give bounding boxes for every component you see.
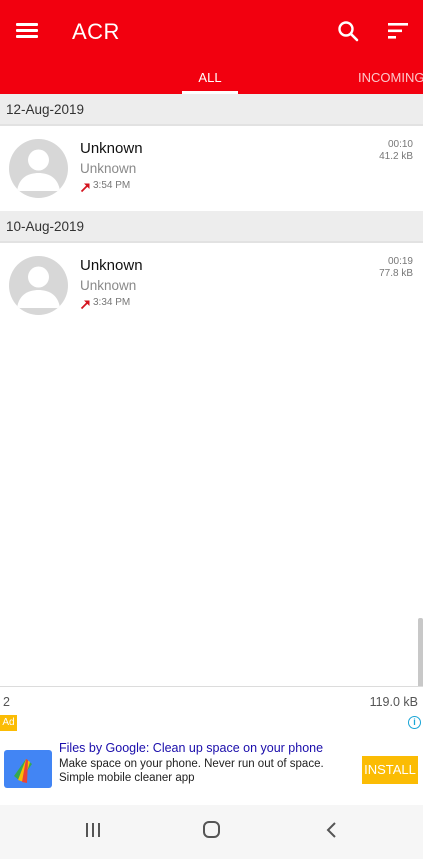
call-duration: 00:10 (387, 139, 413, 150)
ad-badge: Ad (0, 715, 17, 731)
call-row[interactable]: Unknown Unknown 3:34 PM 00:19 77.8 kB (0, 243, 423, 327)
recording-count: 2 (3, 695, 10, 709)
ad-banner[interactable]: Ad i Files by Google: Clean up space on … (0, 715, 423, 805)
ad-description: Make space on your phone. Never run out … (59, 758, 324, 784)
date-header: 12-Aug-2019 (0, 94, 423, 126)
home-icon[interactable] (202, 821, 222, 844)
ad-title[interactable]: Files by Google: Clean up space on your … (59, 741, 323, 755)
back-icon[interactable] (324, 821, 340, 844)
app-bar: ACR ALL INCOMING (0, 0, 423, 94)
contact-name: Unknown (80, 257, 143, 274)
date-header: 10-Aug-2019 (0, 211, 423, 243)
search-icon[interactable] (336, 19, 360, 43)
contact-avatar-icon (9, 256, 68, 315)
date-label: 12-Aug-2019 (6, 102, 85, 117)
contact-name: Unknown (80, 140, 143, 157)
outgoing-call-arrow-icon (80, 180, 91, 193)
call-time: 3:34 PM (93, 297, 131, 308)
hamburger-menu-icon[interactable] (14, 20, 40, 42)
install-button[interactable]: INSTALL (362, 756, 418, 784)
outgoing-call-arrow-icon (80, 297, 91, 310)
recent-apps-icon[interactable] (84, 821, 102, 844)
call-row[interactable]: Unknown Unknown 3:54 PM 00:10 41.2 kB (0, 126, 423, 210)
total-size: 119.0 kB (369, 695, 418, 709)
contact-avatar-icon (9, 139, 68, 198)
tab-bar: ALL INCOMING (0, 62, 423, 94)
files-by-google-logo-icon[interactable] (4, 750, 52, 788)
call-time: 3:54 PM (93, 180, 131, 191)
app-title: ACR (72, 19, 120, 44)
tab-incoming[interactable]: INCOMING (358, 70, 423, 85)
system-nav-bar (0, 805, 423, 859)
file-size: 41.2 kB (379, 151, 413, 162)
contact-number: Unknown (80, 161, 137, 176)
file-size: 77.8 kB (379, 268, 413, 279)
call-duration: 00:19 (387, 256, 413, 267)
date-label: 10-Aug-2019 (6, 219, 85, 234)
ad-info-icon[interactable]: i (408, 716, 421, 729)
scrollbar-thumb[interactable] (418, 618, 423, 688)
contact-number: Unknown (80, 278, 137, 293)
recordings-summary: 2 119.0 kB (0, 686, 423, 715)
sort-icon[interactable] (386, 20, 410, 42)
tab-all[interactable]: ALL (182, 70, 238, 94)
